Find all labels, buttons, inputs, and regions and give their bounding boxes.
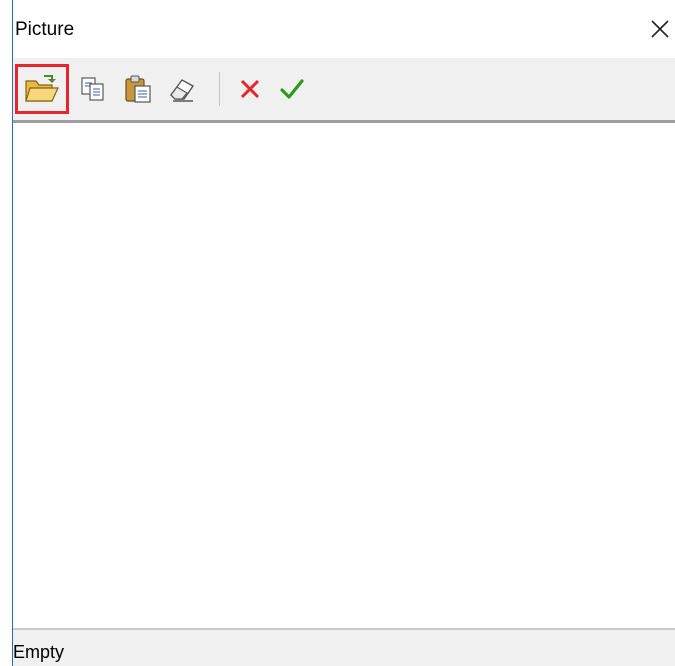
close-icon [651, 20, 669, 38]
status-bar: Empty [13, 630, 675, 666]
copy-button[interactable] [76, 64, 110, 114]
picture-canvas[interactable] [13, 123, 675, 630]
title-bar: Picture [13, 0, 675, 60]
toolbar [13, 58, 675, 120]
status-text: Empty [13, 642, 65, 662]
copy-icon [81, 77, 104, 101]
window-title: Picture [15, 19, 75, 40]
open-button[interactable] [15, 64, 69, 114]
eraser-icon [170, 79, 195, 102]
ok-button[interactable] [275, 64, 309, 114]
green-check-icon [280, 79, 304, 99]
cancel-button[interactable] [233, 64, 267, 114]
toolbar-separator [219, 72, 220, 106]
picture-window: Picture Empty [0, 0, 675, 666]
red-x-icon [240, 79, 260, 99]
close-button[interactable] [645, 12, 675, 46]
paste-button[interactable] [119, 64, 157, 114]
clear-button[interactable] [163, 64, 201, 114]
paste-icon [125, 75, 151, 103]
folder-open-icon [25, 75, 59, 102]
